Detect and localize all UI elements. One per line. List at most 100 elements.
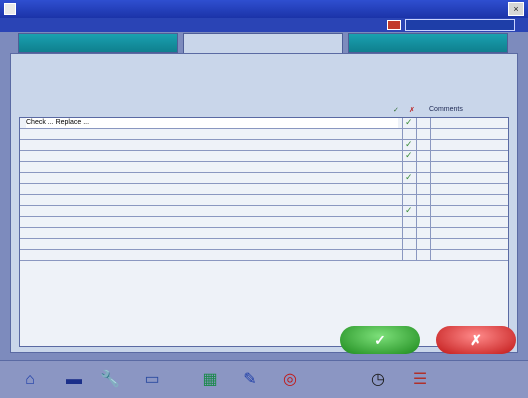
- toolbar-clipboard-button[interactable]: ▦: [198, 367, 222, 393]
- checklist-row[interactable]: Check ... Replace ... ✓: [20, 117, 508, 129]
- row-cross-cell[interactable]: [416, 184, 430, 194]
- row-cross-cell[interactable]: [416, 151, 430, 161]
- checklist-grid: Check ... Replace ... ✓ ✓ ✓ ✓ ✓: [19, 117, 509, 347]
- wrench-icon: 🔧: [100, 371, 120, 388]
- pen-icon: ✎: [243, 371, 257, 388]
- row-check-cell[interactable]: ✓: [402, 205, 416, 216]
- row-check-cell[interactable]: [402, 250, 416, 260]
- row-text: Check ... Replace ...: [26, 118, 398, 128]
- cancel-button[interactable]: ✗: [436, 326, 516, 354]
- row-cross-cell[interactable]: [416, 239, 430, 249]
- ok-button[interactable]: ✓: [340, 326, 420, 354]
- home-icon: ⌂: [25, 371, 35, 388]
- checklist-row[interactable]: [20, 162, 508, 173]
- checklist-row[interactable]: ✓: [20, 150, 508, 162]
- toolbar-list-button[interactable]: ☰: [408, 367, 432, 393]
- row-check-cell[interactable]: [402, 228, 416, 238]
- checklist-row[interactable]: [20, 217, 508, 228]
- tab-strip: [18, 33, 508, 53]
- check-mark-icon: ✓: [405, 205, 413, 215]
- toolbar-wrench-button[interactable]: 🔧: [98, 367, 122, 393]
- row-text: [26, 206, 398, 216]
- checklist-row[interactable]: ✓: [20, 172, 508, 184]
- tire-icon: ◎: [283, 371, 297, 388]
- row-cross-cell[interactable]: [416, 206, 430, 216]
- row-comment-cell[interactable]: [430, 173, 508, 183]
- row-comment-cell[interactable]: [430, 239, 508, 249]
- row-comment-cell[interactable]: [430, 151, 508, 161]
- row-text: [26, 162, 398, 172]
- row-comment-cell[interactable]: [430, 206, 508, 216]
- row-cross-cell[interactable]: [416, 129, 430, 139]
- row-text: [26, 239, 398, 249]
- row-text: [26, 184, 398, 194]
- check-mark-icon: ✓: [405, 172, 413, 182]
- clipboard-icon: ▦: [202, 371, 218, 388]
- cross-column-header: ✗: [409, 107, 415, 114]
- checklist-row[interactable]: [20, 228, 508, 239]
- checklist-panel: ✓ ✗ Comments Check ... Replace ... ✓ ✓ ✓: [10, 53, 518, 353]
- row-text: [26, 217, 398, 227]
- row-cross-cell[interactable]: [416, 195, 430, 205]
- check-column-header: ✓: [393, 107, 399, 114]
- row-cross-cell[interactable]: [416, 162, 430, 172]
- toolbar-home-button[interactable]: ⌂: [18, 367, 42, 393]
- row-cross-cell[interactable]: [416, 217, 430, 227]
- tab-3[interactable]: [348, 33, 508, 53]
- checklist-row[interactable]: [20, 195, 508, 206]
- row-cross-cell[interactable]: [416, 228, 430, 238]
- row-text: [26, 151, 398, 161]
- row-check-cell[interactable]: ✓: [402, 150, 416, 161]
- row-comment-cell[interactable]: [430, 195, 508, 205]
- comments-column-header: Comments: [429, 106, 463, 113]
- row-check-cell[interactable]: [402, 162, 416, 172]
- row-comment-cell[interactable]: [430, 162, 508, 172]
- row-comment-cell[interactable]: [430, 217, 508, 227]
- toolbar-pen-button[interactable]: ✎: [238, 367, 262, 393]
- row-comment-cell[interactable]: [430, 250, 508, 260]
- toolbar-clock-button[interactable]: ◷: [366, 367, 390, 393]
- row-text: [26, 129, 398, 139]
- status-box: [405, 19, 515, 31]
- row-check-cell[interactable]: ✓: [402, 172, 416, 183]
- checklist-row[interactable]: ✓: [20, 139, 508, 151]
- checklist-row[interactable]: [20, 129, 508, 140]
- row-cross-cell[interactable]: [416, 118, 430, 128]
- toolbar-tray-button[interactable]: ▭: [140, 367, 164, 393]
- row-check-cell[interactable]: [402, 195, 416, 205]
- list-icon: ☰: [412, 371, 428, 388]
- toolbar-truck-button[interactable]: ▬: [62, 367, 86, 393]
- row-cross-cell[interactable]: [416, 173, 430, 183]
- app-icon: [4, 3, 16, 15]
- row-comment-cell[interactable]: [430, 140, 508, 150]
- row-comment-cell[interactable]: [430, 129, 508, 139]
- row-cross-cell[interactable]: [416, 140, 430, 150]
- tab-1[interactable]: [18, 33, 178, 53]
- row-comment-cell[interactable]: [430, 184, 508, 194]
- row-check-cell[interactable]: ✓: [402, 139, 416, 150]
- row-cross-cell[interactable]: [416, 250, 430, 260]
- row-check-cell[interactable]: [402, 184, 416, 194]
- checklist-row[interactable]: ✓: [20, 205, 508, 217]
- row-comment-cell[interactable]: [430, 228, 508, 238]
- row-text: [26, 250, 398, 260]
- checklist-row[interactable]: [20, 250, 508, 261]
- row-text: [26, 195, 398, 205]
- close-button[interactable]: ×: [508, 2, 524, 16]
- toolbar-tire-button[interactable]: ◎: [278, 367, 302, 393]
- row-text: [26, 228, 398, 238]
- tray-icon: ▭: [144, 371, 160, 388]
- close-icon: ✗: [470, 332, 482, 348]
- title-bar: ×: [0, 0, 528, 18]
- check-mark-icon: ✓: [405, 150, 413, 160]
- checklist-row[interactable]: [20, 239, 508, 250]
- row-check-cell[interactable]: ✓: [402, 117, 416, 128]
- check-mark-icon: ✓: [405, 117, 413, 127]
- clock-icon: ◷: [371, 371, 385, 388]
- row-check-cell[interactable]: [402, 129, 416, 139]
- row-check-cell[interactable]: [402, 239, 416, 249]
- row-check-cell[interactable]: [402, 217, 416, 227]
- checklist-row[interactable]: [20, 184, 508, 195]
- row-comment-cell[interactable]: [430, 118, 508, 128]
- tab-2[interactable]: [183, 33, 343, 53]
